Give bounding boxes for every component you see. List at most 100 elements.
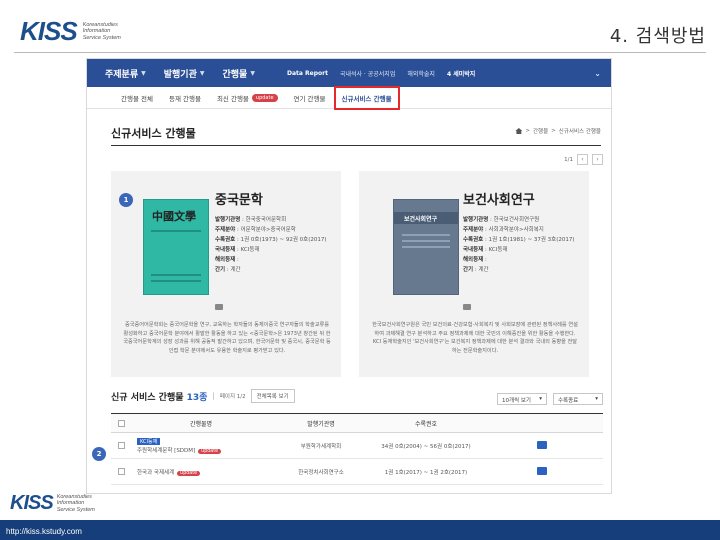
- home-icon[interactable]: [515, 128, 523, 134]
- gnb-link-thesis[interactable]: 국내석사 · 공공서지업: [340, 69, 395, 78]
- journal-name-link[interactable]: 한국과 국제세계: [137, 470, 174, 476]
- volume-cell: 1권 1호(2017) ~ 1권 2호(2017): [384, 469, 468, 476]
- volume-cell: 34권 0호(2004) ~ 56권 0호(2017): [381, 443, 471, 450]
- tab-new-service-journals[interactable]: 신규서비스 간행물: [333, 85, 400, 110]
- tab-latest-journals[interactable]: 최신 간행물 update: [217, 93, 278, 103]
- meta-value: 1권 0호(1973) ~ 92권 0호(2017): [240, 237, 327, 243]
- view-all-button[interactable]: 전체목록 보기: [250, 389, 295, 403]
- table-row[interactable]: 한국과 국제세계 update 한국정치사회연구소 1권 1호(2017) ~ 1…: [111, 459, 603, 485]
- title-rule: [111, 145, 601, 146]
- sort-select[interactable]: 수록종료 ▾: [553, 393, 603, 405]
- callout-number: 1: [119, 193, 133, 207]
- meta-value: 1권 1호(1981) ~ 37권 3호(2017): [488, 237, 575, 243]
- meta-key: 해외등재: [215, 257, 236, 263]
- meta-row: 간기 : 계간: [463, 267, 489, 273]
- folder-open-icon[interactable]: [537, 440, 547, 449]
- slide-title: 4. 검색방법: [609, 26, 706, 47]
- callout-number: 2: [92, 447, 106, 461]
- journal-title[interactable]: 보건사회연구: [463, 189, 535, 208]
- gnb-publisher[interactable]: 발행기관 ▼: [164, 67, 205, 80]
- select-all-checkbox[interactable]: [117, 419, 125, 427]
- footer-logo: KISS Koreanstudies Information Service S…: [10, 492, 95, 515]
- tab-label: 간행물 전체: [121, 94, 153, 103]
- folder-icon[interactable]: [215, 304, 223, 310]
- breadcrumb: > 간행물 > 신규서비스 간행물: [515, 127, 601, 135]
- cover-line: [402, 246, 450, 248]
- meta-row: 간기 : 계간: [215, 267, 241, 273]
- list-count: 13종: [186, 392, 208, 403]
- table-row[interactable]: KCI등재 주원학세계문학 [SDDM] update 부원학가세계학회 34권 …: [111, 433, 603, 459]
- tab-all-journals[interactable]: 간행물 전체: [121, 93, 153, 103]
- journal-cover-image[interactable]: 中國文學: [143, 199, 209, 295]
- per-page-select[interactable]: 10개씩 보기 ▾: [497, 393, 547, 405]
- gnb-link-overseas[interactable]: 해외학술지: [407, 69, 435, 78]
- column-header: 발행기관명: [307, 420, 335, 428]
- table-header: 간행물명 발행기관명 수록권호: [111, 413, 603, 433]
- slide: KISS Koreanstudies Information Service S…: [0, 0, 720, 540]
- cover-line: [151, 280, 201, 282]
- gnb-journals[interactable]: 간행물 ▼: [223, 67, 255, 80]
- meta-key: 발행기관명: [215, 217, 241, 223]
- footer-url[interactable]: http://kiss.kstudy.com: [6, 527, 82, 536]
- row-check-cell: [111, 468, 131, 475]
- kiss-logo-subtitle: Koreanstudies Information Service System: [83, 22, 121, 42]
- column-header: 수록권호: [414, 420, 438, 428]
- card-pager: 1/1 ‹ ›: [564, 154, 603, 165]
- gnb-subject[interactable]: 주제분류 ▼: [105, 67, 146, 80]
- meta-row: 발행기관명 : 한국보건사회연구원: [463, 217, 540, 223]
- journal-title[interactable]: 중국문학: [215, 189, 263, 208]
- chevron-down-icon: ▾: [539, 396, 542, 402]
- prev-icon[interactable]: ‹: [577, 154, 588, 165]
- journal-cover-image[interactable]: 보건사회연구: [393, 199, 459, 295]
- cover-line: [151, 274, 201, 276]
- publisher-cell: 부원학가세계학회: [300, 443, 342, 450]
- kiss-logo: KISS Koreanstudies Information Service S…: [20, 16, 121, 47]
- meta-key: 수록권호: [463, 237, 484, 243]
- logo-sub-line: Service System: [56, 506, 95, 513]
- row-checkbox[interactable]: [117, 442, 125, 449]
- meta-value: 계간: [230, 267, 241, 273]
- meta-key: 수록권호: [215, 237, 236, 243]
- meta-key: 국내등재: [463, 247, 484, 253]
- journal-name-link[interactable]: 주원학세계문학 [SDDM]: [137, 448, 195, 454]
- tab-registered-journals[interactable]: 등재 간행물: [169, 93, 201, 103]
- meta-row: 해외등재 :: [215, 257, 239, 263]
- meta-value: 어문학분야>중국어문학: [240, 227, 296, 233]
- meta-row: 국내등재 : KCI등재: [215, 247, 260, 253]
- chevron-down-icon: ▼: [141, 69, 146, 77]
- tab-related-journals[interactable]: 연기 간행물: [294, 93, 326, 103]
- journal-meta: 발행기관명 : 한국보건사회연구원 주제분야 : 사회과학분야>사회복지 수록권…: [463, 215, 575, 275]
- next-icon[interactable]: ›: [592, 154, 603, 165]
- meta-row: 주제분야 : 어문학분야>중국어문학: [215, 227, 296, 233]
- chevron-down-icon: ▼: [199, 69, 205, 77]
- list-divider: |: [212, 392, 215, 400]
- meta-key: 발행기관명: [463, 217, 489, 223]
- gnb-label: 주제분류: [105, 69, 139, 80]
- website-screenshot: 주제분류 ▼ 발행기관 ▼ 간행물 ▼ Data Report 국내석사 · 공공서지…: [86, 58, 612, 494]
- meta-row: 해외등재 :: [463, 257, 487, 263]
- gnb-link-highlight[interactable]: 4 세미박지: [447, 69, 475, 78]
- breadcrumb-item[interactable]: 간행물: [533, 127, 548, 135]
- list-header: 신규 서비스 간행물 13종 | 페이지 1/2 전체목록 보기: [111, 389, 295, 403]
- meta-row: 발행기관명 : 한국중국어문학회: [215, 217, 287, 223]
- meta-value: 계간: [478, 267, 489, 273]
- journal-card[interactable]: 보건사회연구 보건사회연구 발행기관명 : 한국보건사회연구원 주제분야 : 사…: [359, 171, 589, 377]
- select-value: 10개씩 보기: [502, 398, 531, 404]
- list-page-info: 페이지 1/2: [219, 394, 246, 400]
- gnb-link-data-report[interactable]: Data Report: [287, 70, 328, 77]
- publisher-cell: 한국정치사회연구소: [298, 469, 344, 476]
- gnb-label: 발행기관: [163, 69, 197, 80]
- meta-row: 국내등재 : KCI등재: [463, 247, 508, 253]
- meta-key: 간기: [463, 267, 474, 273]
- row-checkbox[interactable]: [117, 468, 125, 475]
- tab-label: 연기 간행물: [293, 94, 326, 103]
- kiss-logo-subtitle: Koreanstudies Information Service System: [57, 494, 95, 514]
- sub-nav: 간행물 전체 등재 간행물 최신 간행물 update 연기 간행물 신규서비스 …: [87, 85, 611, 110]
- folder-icon[interactable]: [463, 304, 471, 310]
- journal-card[interactable]: 1 中國文學 중국문학 발행기관명 : 한국중국어문학회 주제분야 : 어문학분…: [111, 171, 341, 377]
- folder-open-icon[interactable]: [537, 466, 547, 475]
- chevron-down-icon[interactable]: ⌄: [594, 69, 601, 78]
- footer-bar: [0, 520, 720, 540]
- meta-key: 주제분야: [463, 227, 484, 233]
- chevron-down-icon: ▼: [250, 69, 255, 77]
